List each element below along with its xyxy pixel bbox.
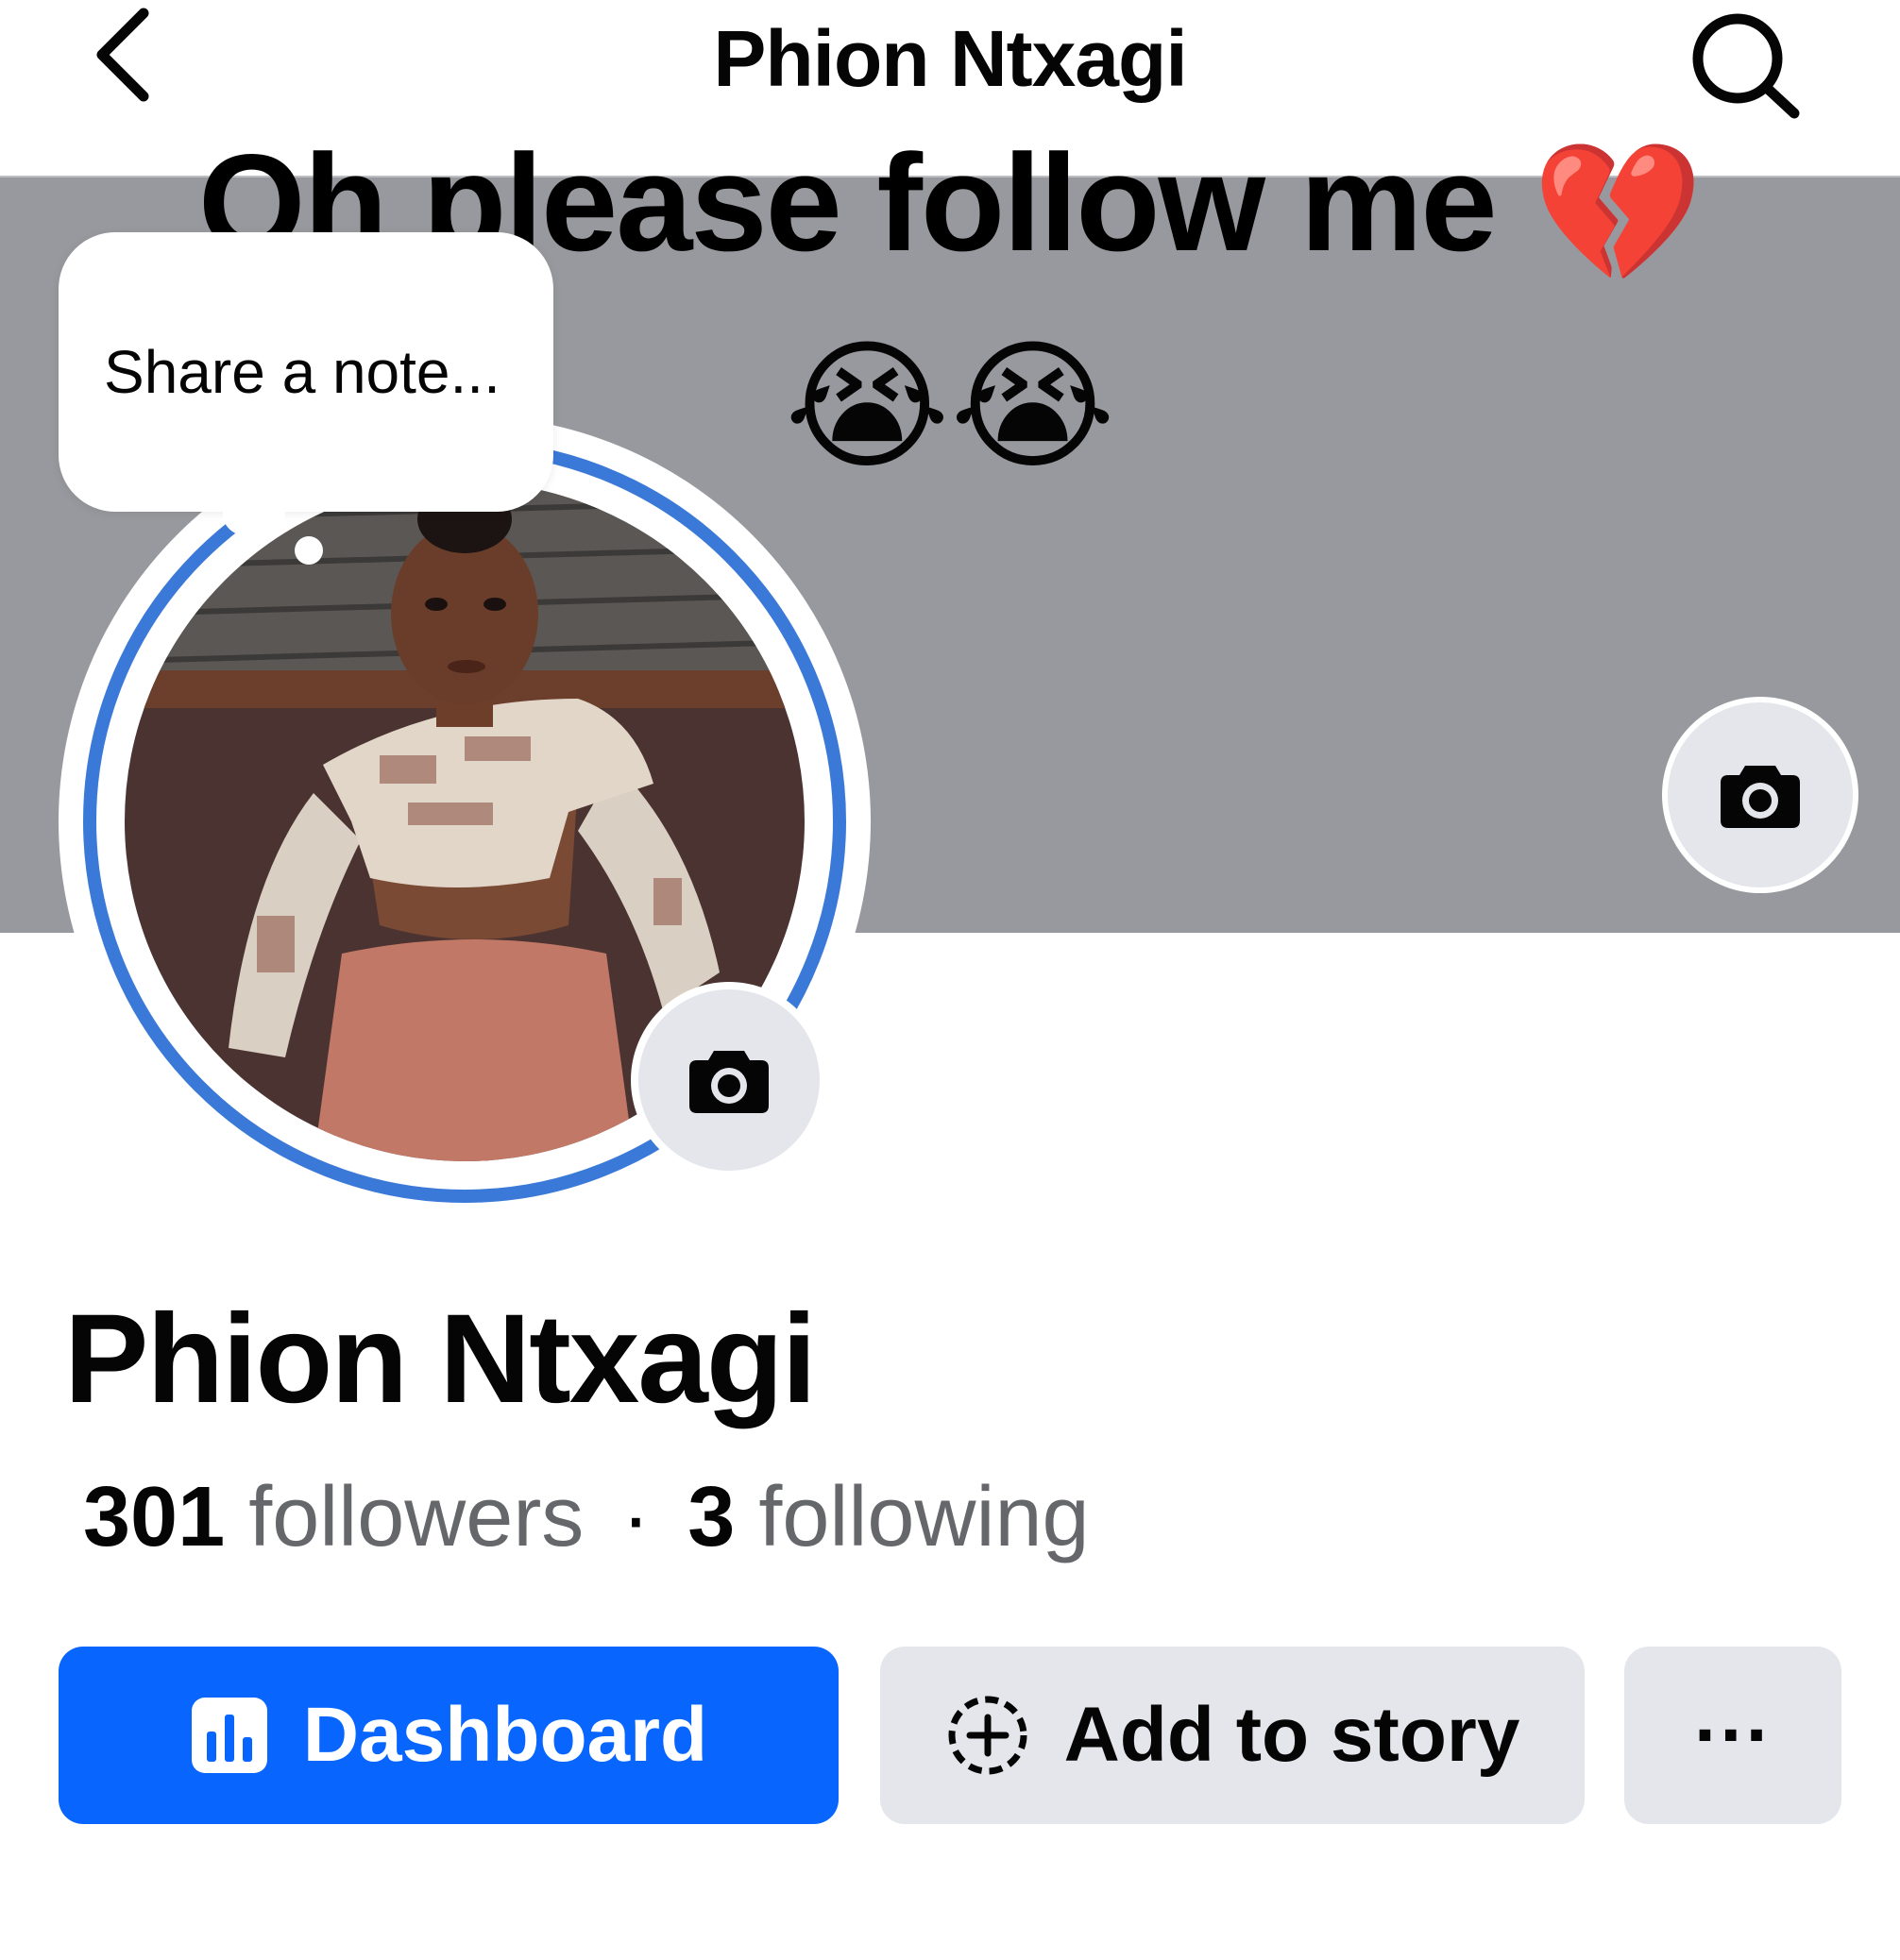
dashboard-label: Dashboard bbox=[302, 1692, 708, 1778]
followers-label: followers bbox=[248, 1470, 585, 1564]
note-bubble-tail bbox=[223, 491, 285, 538]
note-bubble-tail-dot bbox=[295, 536, 323, 565]
dashboard-button[interactable]: Dashboard bbox=[59, 1647, 839, 1824]
add-to-story-button[interactable]: Add to story bbox=[880, 1647, 1585, 1824]
add-to-story-label: Add to story bbox=[1063, 1692, 1520, 1778]
more-options-button[interactable]: ··· bbox=[1624, 1647, 1841, 1824]
followers-count: 301 bbox=[83, 1470, 226, 1564]
search-button[interactable] bbox=[1681, 6, 1813, 119]
broken-heart-emoji: 💔 bbox=[1532, 136, 1704, 291]
search-icon bbox=[1692, 13, 1800, 119]
page-title: Phion Ntxagi bbox=[713, 14, 1187, 103]
camera-icon bbox=[1721, 766, 1800, 828]
edit-cover-photo-button[interactable] bbox=[1662, 697, 1858, 893]
more-options-icon: ··· bbox=[1694, 1692, 1772, 1778]
followers-link[interactable]: 301 followers bbox=[83, 1470, 584, 1564]
camera-icon bbox=[689, 1051, 769, 1113]
following-link[interactable]: 3 following bbox=[687, 1470, 1089, 1564]
profile-name: Phion Ntxagi bbox=[64, 1289, 817, 1429]
following-count: 3 bbox=[687, 1470, 736, 1564]
profile-page: Phion Ntxagi Oh please follow me 💔 😭😭 Sh… bbox=[0, 0, 1900, 1960]
stats-separator: · bbox=[621, 1470, 651, 1564]
share-note-bubble[interactable]: Share a note... bbox=[59, 232, 553, 512]
note-placeholder: Share a note... bbox=[104, 338, 500, 406]
plus-circle-icon bbox=[945, 1693, 1030, 1778]
bar-chart-icon bbox=[190, 1696, 269, 1775]
edit-profile-photo-button[interactable] bbox=[631, 982, 827, 1178]
following-label: following bbox=[758, 1470, 1090, 1564]
follow-stats: 301 followers · 3 following bbox=[83, 1465, 1090, 1569]
